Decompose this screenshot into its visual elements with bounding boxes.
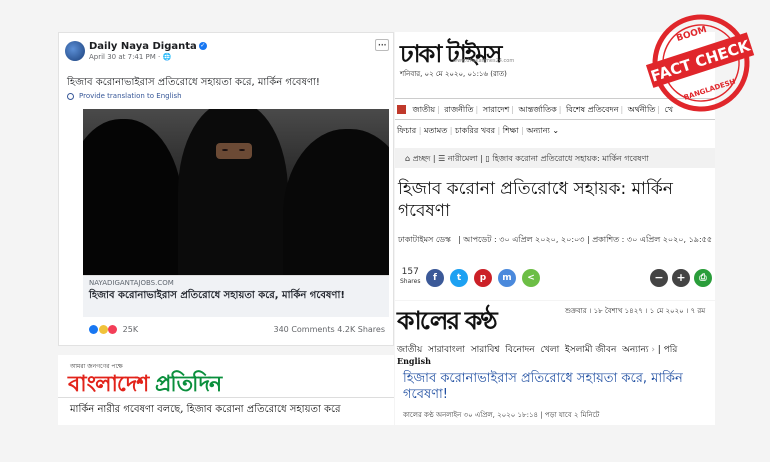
nav-item[interactable]: ইসলামী জীবন: [565, 345, 616, 355]
figure-left: [83, 119, 183, 275]
increase-font-icon[interactable]: +: [672, 269, 690, 287]
post-header: Daily Naya Diganta ✓ April 30 at 7:41 PM …: [89, 41, 207, 61]
twitter-share-icon[interactable]: t: [450, 269, 468, 287]
wow-reaction-icon: [98, 325, 108, 334]
byline: ঢাকাটাইমস ডেস্ক: [398, 235, 451, 244]
facebook-share-icon[interactable]: f: [426, 269, 444, 287]
nav-item[interactable]: বিশেষ প্রতিবেদন: [566, 105, 619, 114]
verified-check-icon: ✓: [198, 42, 207, 50]
figure-right: [283, 129, 389, 275]
breadcrumb-item[interactable]: প্রচ্ছদ: [413, 154, 431, 163]
post-timestamp[interactable]: April 30 at 7:41 PM ·: [89, 53, 163, 61]
kk-date: শুক্রবার । ১৮ বৈশাখ ১৪২৭ । ১ মে ২০২০ । ৭…: [565, 307, 706, 315]
globe-icon: 🌐: [162, 53, 172, 61]
reactions[interactable]: 25K: [89, 325, 138, 334]
article-meta: কালের কণ্ঠ অনলাইন ৩০ এপ্রিল, ২০২০ ১৮:১৪ …: [403, 411, 600, 419]
nav-item[interactable]: বিনোদন: [505, 345, 534, 355]
kk-nav: জাতীয় সারাবাংলা সারাবিশ্ব বিনোদন খেলা ই…: [397, 345, 678, 355]
decrease-font-icon[interactable]: −: [650, 269, 668, 287]
nav-item[interactable]: মতামত: [424, 126, 447, 135]
share-bar: 157 Shares f t p m < − + ⎙: [400, 268, 712, 290]
link-title: হিজাব করোনাভাইরাস প্রতিরোধে সহায়তা করে,…: [89, 290, 345, 301]
nav-item[interactable]: সারাবিশ্ব: [471, 345, 500, 355]
nav-item[interactable]: রাজনীতি: [444, 105, 473, 114]
share-count: 157 Shares: [400, 267, 421, 286]
more-options-button[interactable]: ···: [374, 39, 389, 51]
page-avatar[interactable]: [65, 41, 85, 61]
stamp-boom: BOOM: [675, 25, 708, 44]
nav-item[interactable]: আন্তর্জাতিক: [519, 105, 557, 114]
nav-item[interactable]: খেলা: [540, 345, 559, 355]
figure-center: [178, 109, 288, 275]
home-icon: ⌂: [405, 154, 411, 163]
nav-item[interactable]: পরি: [664, 345, 678, 355]
article-title: হিজাব করোনাভাইরাস প্রতিরোধে সহায়তা করে,…: [403, 371, 683, 402]
english-link[interactable]: English: [397, 356, 431, 366]
kaler-kantho-article: কালের কণ্ঠ শুক্রবার । ১৮ বৈশাখ ১৪২৭ । ১ …: [395, 301, 715, 425]
nav-item[interactable]: অন্যান্য ⌄: [526, 126, 559, 135]
list-icon: ☰: [438, 154, 446, 163]
breadcrumb-item: হিজাব করোনা প্রতিরোধে সহায়ক: মার্কিন গব…: [492, 154, 649, 163]
messenger-share-icon[interactable]: m: [498, 269, 516, 287]
link-preview[interactable]: NAYADIGANTAJOBS.COM হিজাব করোনাভাইরাস প্…: [83, 275, 389, 317]
love-reaction-icon: [108, 325, 118, 334]
nav-item[interactable]: চাকরির খবর: [455, 126, 495, 135]
post-stats: 340 Comments 4.2K Shares: [274, 325, 386, 334]
facebook-post: Daily Naya Diganta ✓ April 30 at 7:41 PM …: [58, 32, 394, 346]
shares-count[interactable]: 4.2K Shares: [337, 325, 385, 334]
nav-item[interactable]: শিক্ষা: [503, 126, 519, 135]
nav-item[interactable]: সারাবাংলা: [428, 345, 465, 355]
print-icon[interactable]: ⎙: [694, 269, 712, 287]
kaler-kantho-logo[interactable]: কালের কণ্ঠ: [397, 301, 498, 344]
page-name[interactable]: Daily Naya Diganta: [89, 41, 197, 52]
translate-link[interactable]: Provide translation to English: [67, 92, 182, 100]
breadcrumb: ⌂ প্রচ্ছদ | ☰ নারীমেলা | ▯ হিজাব করোনা প…: [395, 148, 715, 168]
bangladesh-pratidin-logo[interactable]: বাংলাদেশ প্রতিদিন: [68, 367, 222, 404]
article-title: হিজাব করোনা প্রতিরোধে সহায়ক: মার্কিন গব…: [398, 179, 673, 221]
divider: [58, 397, 394, 398]
nav-item[interactable]: জাতীয়: [397, 345, 422, 355]
like-reaction-icon: [89, 325, 98, 334]
face: [216, 143, 252, 159]
translate-label: Provide translation to English: [79, 92, 182, 100]
globe-icon: [67, 92, 74, 100]
link-domain: NAYADIGANTAJOBS.COM: [89, 279, 174, 287]
publish-dates: | আপডেট : ৩০ এপ্রিল ২০২০, ২০:০৩ | প্রকাশ…: [458, 235, 713, 244]
nav-item[interactable]: অন্যান্য: [622, 345, 648, 355]
post-text: হিজাব করোনাভাইরাস প্রতিরোধে সহায়তা করে,…: [67, 77, 320, 88]
dhaka-times-url: www.dhakatimes24.com: [453, 58, 515, 64]
pinterest-share-icon[interactable]: p: [474, 269, 492, 287]
bangladesh-pratidin-article: আমরা জনগণের পক্ষে বাংলাদেশ প্রতিদিন মার্…: [58, 355, 394, 425]
post-photo[interactable]: i: [83, 109, 389, 275]
dt-secondary-nav: ফিচার | মতামত | চাকরির খবর | শিক্ষা | অন…: [397, 126, 560, 135]
comments-count[interactable]: 340 Comments: [274, 325, 335, 334]
bp-headline[interactable]: মার্কিন নারীর গবেষণা বলছে, হিজাব করোনা প…: [70, 402, 341, 419]
share-icon[interactable]: <: [522, 269, 540, 287]
nav-item[interactable]: সারাদেশ: [483, 105, 509, 114]
breadcrumb-item[interactable]: নারীমেলা: [448, 154, 478, 163]
boom-fact-check-stamp: BOOM FACT CHECK BANGLADESH: [645, 14, 755, 112]
dt-date: শনিবার, ০২ মে ২০২০, ০১:১৬ (রাত): [400, 70, 507, 78]
home-icon[interactable]: [397, 105, 406, 114]
nav-item[interactable]: ফিচার: [397, 126, 416, 135]
reactions-count: 25K: [122, 325, 139, 334]
nav-item[interactable]: জাতীয়: [413, 105, 435, 114]
document-icon: ▯: [485, 154, 490, 163]
